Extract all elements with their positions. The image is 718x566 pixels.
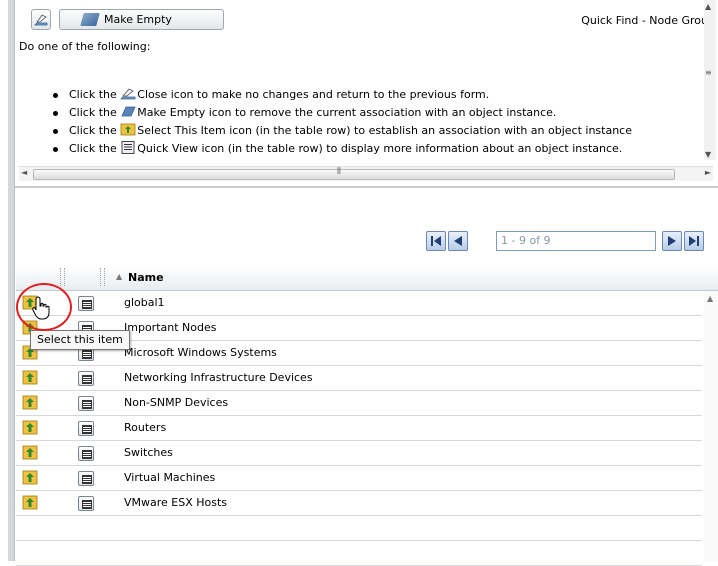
first-page-button[interactable] <box>426 231 446 251</box>
bullet <box>53 129 58 134</box>
row-name: Important Nodes <box>124 321 217 334</box>
bullet <box>53 111 58 116</box>
scroll-down-arrow-icon[interactable]: ▼ <box>705 150 711 159</box>
close-icon <box>120 88 136 100</box>
instruction-item: Click the Make Empty icon to remove the … <box>53 104 718 122</box>
instruction-pane: Make Empty Quick Find - Node Grou Do one… <box>15 0 718 185</box>
next-page-icon <box>668 236 676 246</box>
select-item-icon[interactable] <box>22 495 38 510</box>
toolbar: Make Empty Quick Find - Node Grou <box>15 0 718 34</box>
table-row[interactable]: Virtual Machines <box>16 466 702 491</box>
last-page-button[interactable] <box>684 231 704 251</box>
scroll-up-arrow-icon[interactable]: ▲ <box>705 2 711 11</box>
scroll-thumb[interactable] <box>33 169 675 180</box>
pager: 1 - 9 of 9 <box>426 231 718 251</box>
make-empty-icon <box>80 13 100 26</box>
table-vertical-scrollbar[interactable]: ▲ <box>704 291 718 561</box>
instruction-text: Quick View icon (in the table row) to di… <box>137 142 623 155</box>
row-name: Virtual Machines <box>124 471 216 484</box>
select-item-icon[interactable] <box>22 395 38 410</box>
quick-view-button[interactable] <box>78 371 94 386</box>
bullet <box>53 93 58 98</box>
column-separator[interactable] <box>60 268 61 286</box>
instruction-prefix: Click the <box>69 88 117 101</box>
previous-page-button[interactable] <box>448 231 468 251</box>
hand-cursor-icon <box>32 296 50 320</box>
table-row[interactable]: Non-SNMP Devices <box>16 391 702 416</box>
quick-view-button[interactable] <box>78 296 94 311</box>
results-table: ▲ Name global1 Important Nodes Microsoft W… <box>16 266 718 566</box>
previous-page-icon <box>454 236 462 246</box>
instructions-vertical-scrollbar[interactable]: ▲ ≡ ▼ <box>704 0 716 160</box>
instruction-text: Make Empty icon to remove the current as… <box>137 106 557 119</box>
column-header-name[interactable]: Name <box>128 271 164 284</box>
select-item-icon[interactable] <box>22 470 38 485</box>
table-row[interactable]: Switches <box>16 441 702 466</box>
scroll-left-arrow-icon[interactable]: ◄ <box>21 168 27 177</box>
last-page-icon <box>689 236 699 246</box>
instruction-prefix: Click the <box>69 124 117 137</box>
left-frame-border <box>8 0 15 561</box>
table-row[interactable]: global1 <box>16 291 702 316</box>
scroll-grip-icon[interactable]: ≡ <box>705 68 714 78</box>
make-empty-icon <box>121 106 136 117</box>
make-empty-button[interactable]: Make Empty <box>59 9 224 30</box>
table-row[interactable]: Routers <box>16 416 702 441</box>
bullet <box>53 147 58 152</box>
row-name: VMware ESX Hosts <box>124 496 228 509</box>
scroll-right-arrow-icon[interactable]: ► <box>705 168 711 177</box>
instruction-prefix: Click the <box>69 142 117 155</box>
row-name: global1 <box>124 296 165 309</box>
close-button[interactable] <box>31 9 51 30</box>
instructions-intro: Do one of the following: <box>19 40 151 53</box>
quick-view-button[interactable] <box>78 446 94 461</box>
column-separator[interactable] <box>104 268 105 286</box>
select-item-icon <box>120 123 136 136</box>
table-row[interactable]: VMware ESX Hosts <box>16 491 702 516</box>
scroll-up-arrow-icon[interactable]: ▲ <box>707 294 713 303</box>
row-name: Networking Infrastructure Devices <box>124 371 313 384</box>
empty-row <box>16 541 702 566</box>
quick-view-button[interactable] <box>78 396 94 411</box>
instruction-item: Click the Quick View icon (in the table … <box>53 140 718 158</box>
instruction-text: Select This Item icon (in the table row)… <box>137 124 633 137</box>
quick-view-button[interactable] <box>78 471 94 486</box>
instruction-text: Close icon to make no changes and return… <box>137 88 490 101</box>
select-item-icon[interactable] <box>22 420 38 435</box>
scroll-grip-icon: ⦀ <box>337 167 341 177</box>
close-icon <box>34 14 48 26</box>
quick-view-button[interactable] <box>78 421 94 436</box>
row-name: Microsoft Windows Systems <box>124 346 277 359</box>
row-name: Switches <box>124 446 173 459</box>
page-range-field[interactable]: 1 - 9 of 9 <box>496 231 656 251</box>
instructions-horizontal-scrollbar[interactable]: ◄ ⦀ ► <box>19 166 713 181</box>
window-title: Quick Find - Node Grou <box>581 14 708 27</box>
quick-view-icon <box>121 141 135 154</box>
instruction-item: Click the Select This Item icon (in the … <box>53 122 718 140</box>
sort-ascending-icon: ▲ <box>116 272 123 281</box>
row-name: Routers <box>124 421 167 434</box>
column-separator[interactable] <box>100 268 101 286</box>
select-item-icon[interactable] <box>22 445 38 460</box>
row-name: Non-SNMP Devices <box>124 396 229 409</box>
table-header: ▲ Name <box>16 266 718 291</box>
table-row[interactable]: Networking Infrastructure Devices <box>16 366 702 391</box>
make-empty-label: Make Empty <box>104 13 172 26</box>
instruction-list: Click the Close icon to make no changes … <box>53 86 718 158</box>
instruction-item: Click the Close icon to make no changes … <box>53 86 718 104</box>
select-item-icon[interactable] <box>22 370 38 385</box>
instruction-prefix: Click the <box>69 106 117 119</box>
quick-view-button[interactable] <box>78 496 94 511</box>
empty-row <box>16 516 702 541</box>
first-page-icon <box>431 236 441 246</box>
column-separator[interactable] <box>64 268 65 286</box>
tooltip: Select this item <box>30 330 130 350</box>
pane-divider[interactable] <box>15 186 718 188</box>
next-page-button[interactable] <box>662 231 682 251</box>
